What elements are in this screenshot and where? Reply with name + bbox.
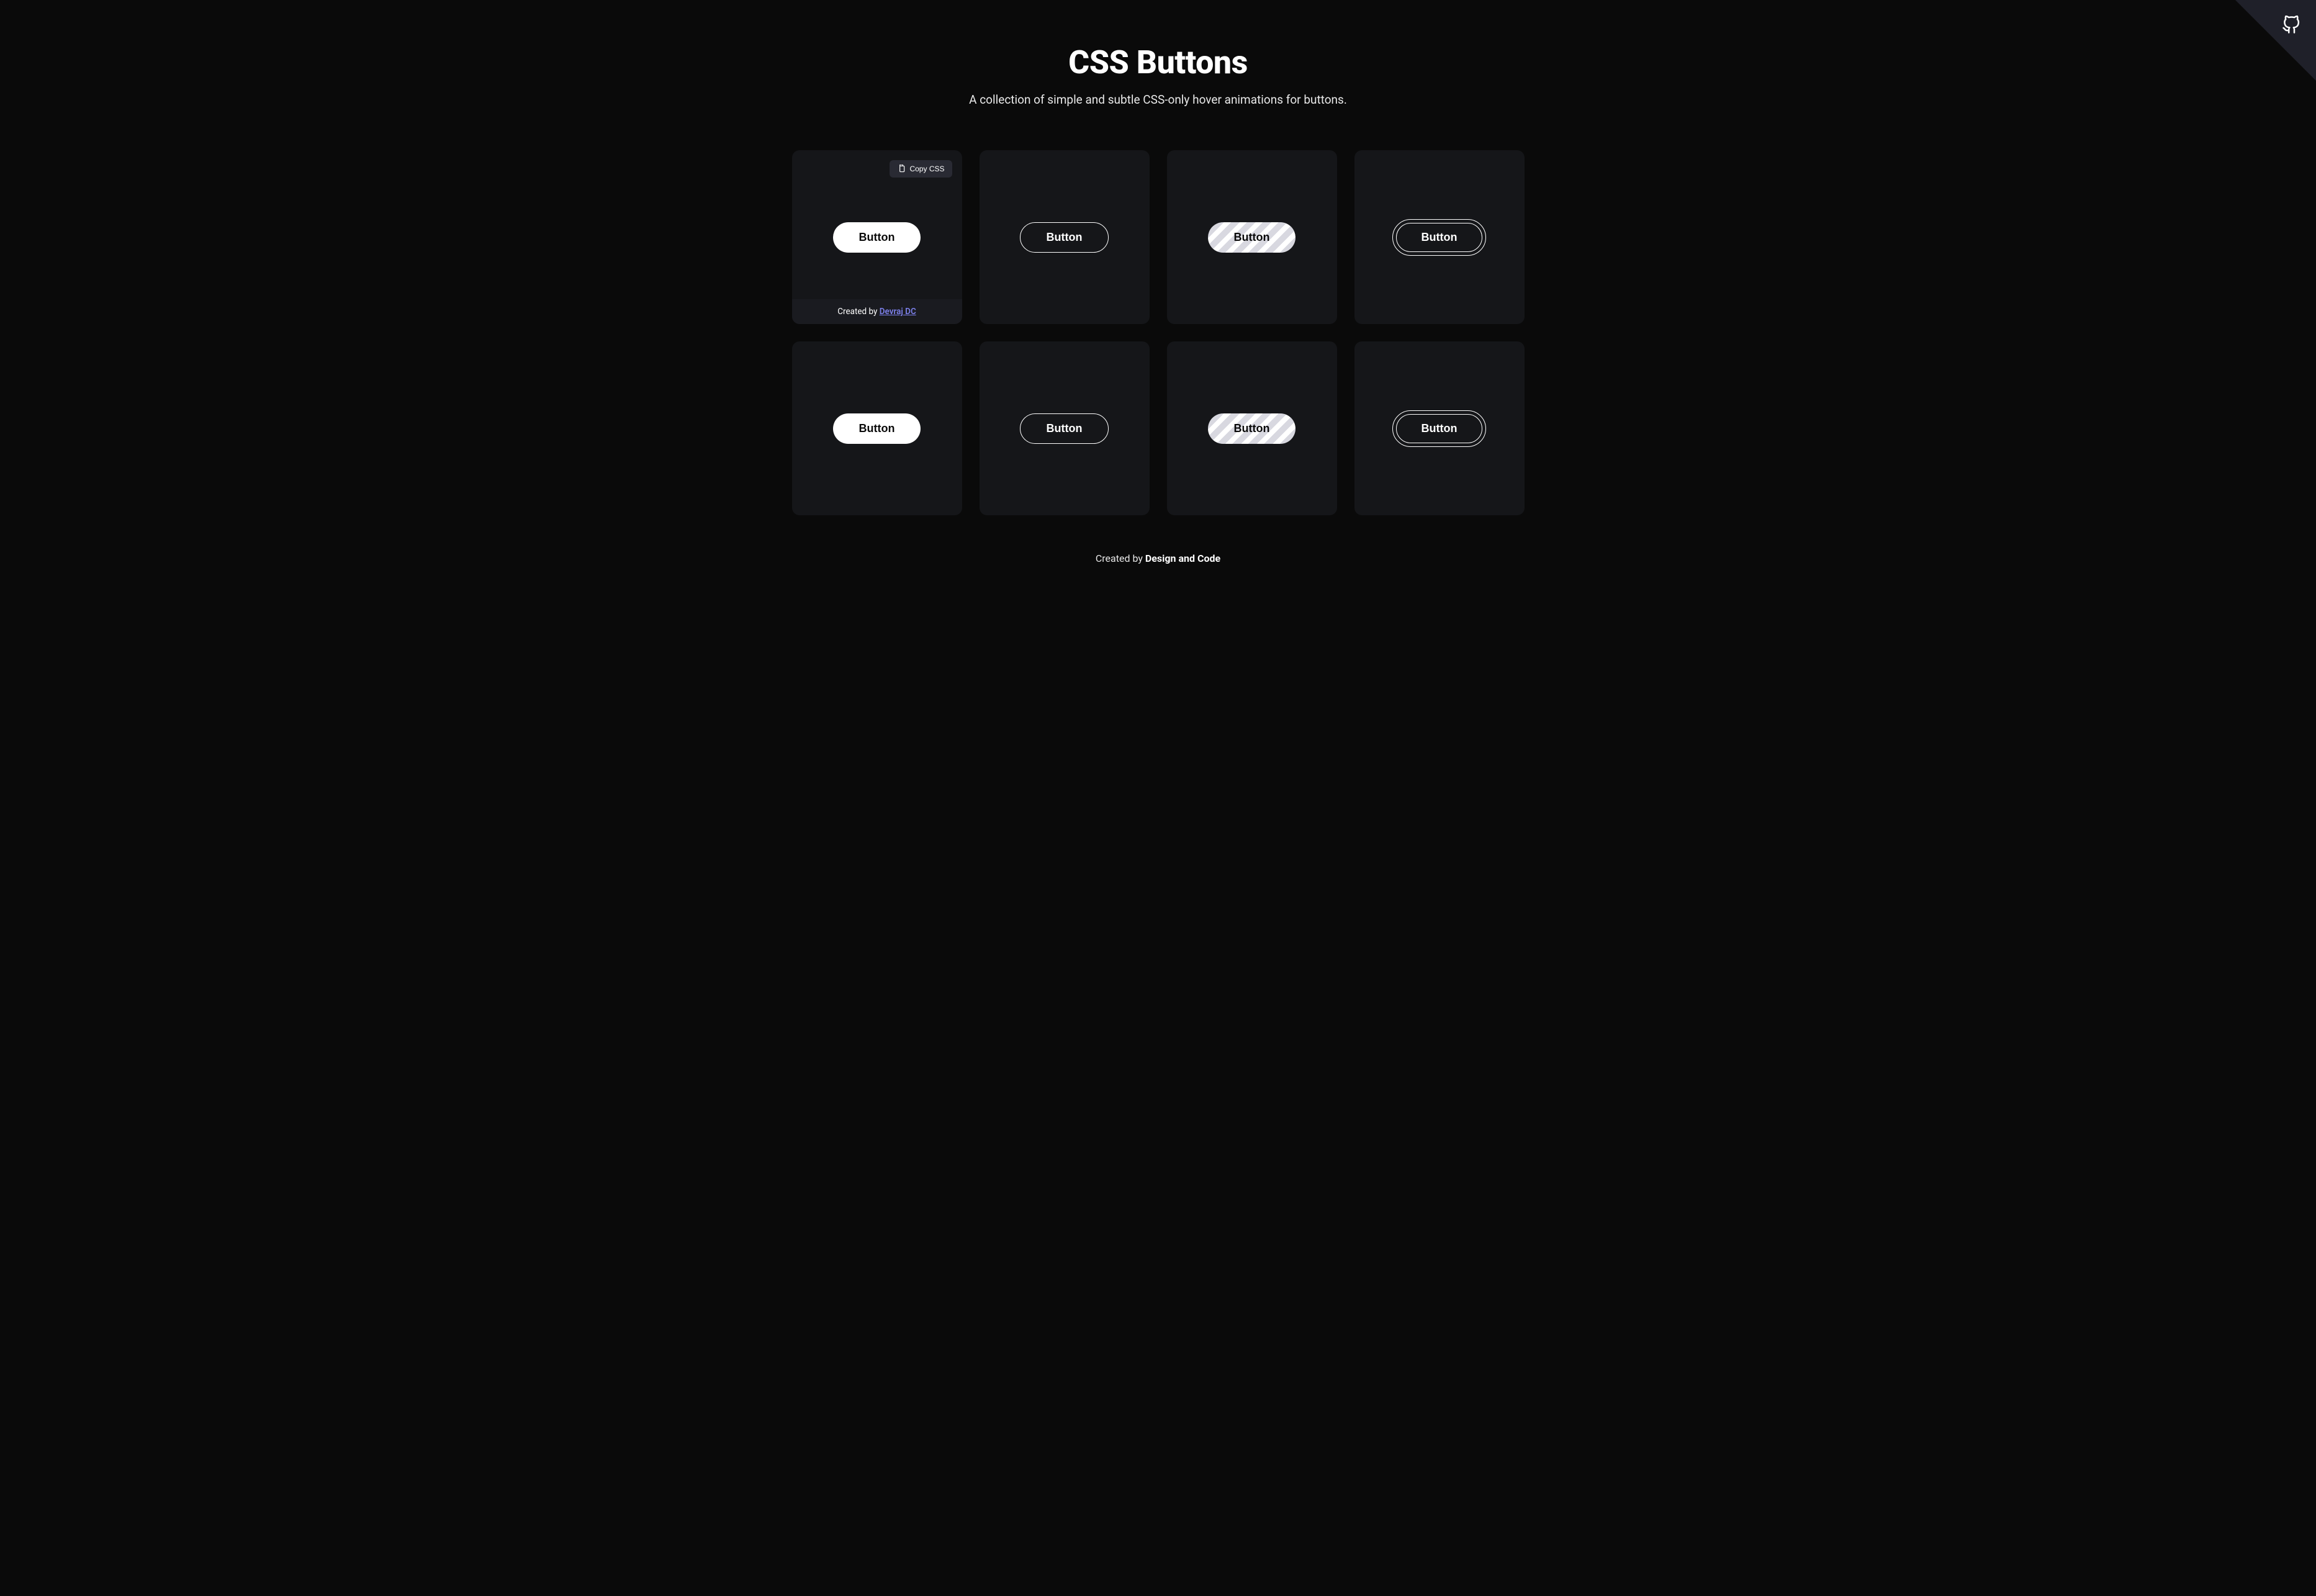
- footer-prefix: Created by: [1096, 552, 1145, 564]
- page-subtitle: A collection of simple and subtle CSS-on…: [792, 92, 1525, 107]
- card-footer: Created by Devraj DC: [792, 299, 962, 324]
- demo-button-striped[interactable]: Button: [1208, 222, 1296, 253]
- page-title: CSS Buttons: [792, 43, 1525, 81]
- button-card: Button: [1354, 341, 1525, 515]
- created-by-prefix: Created by: [837, 307, 880, 317]
- github-link[interactable]: [2282, 16, 2300, 37]
- button-card: Button: [980, 150, 1150, 324]
- demo-button-filled[interactable]: Button: [833, 413, 921, 444]
- demo-button-outlined[interactable]: Button: [1020, 222, 1109, 253]
- clipboard-icon: [897, 165, 906, 173]
- button-card: Button: [1167, 341, 1337, 515]
- footer-author: Design and Code: [1145, 552, 1220, 564]
- demo-button-label: Button: [1234, 231, 1270, 243]
- double-outline-wrap: Button: [1392, 410, 1487, 447]
- button-card: Button: [1167, 150, 1337, 324]
- demo-button-filled[interactable]: Button: [833, 222, 921, 253]
- github-icon: [2282, 16, 2300, 34]
- button-card: Button: [980, 341, 1150, 515]
- demo-button-outlined[interactable]: Button: [1020, 413, 1109, 444]
- button-card: Button: [792, 341, 962, 515]
- demo-button-striped[interactable]: Button: [1208, 413, 1296, 444]
- copy-css-button[interactable]: Copy CSS: [890, 160, 952, 178]
- demo-button-label: Button: [1234, 422, 1270, 435]
- button-card: Button: [1354, 150, 1525, 324]
- page-footer: Created by Design and Code: [792, 546, 1525, 583]
- github-corner-triangle: [2235, 0, 2316, 81]
- demo-button-double-outline[interactable]: Button: [1396, 223, 1483, 252]
- copy-css-label: Copy CSS: [909, 165, 944, 173]
- author-link[interactable]: Devraj DC: [880, 307, 916, 317]
- button-card: Copy CSS Button Created by Devraj DC: [792, 150, 962, 324]
- demo-button-double-outline[interactable]: Button: [1396, 414, 1483, 443]
- double-outline-wrap: Button: [1392, 219, 1487, 256]
- button-grid: Copy CSS Button Created by Devraj DC But…: [792, 150, 1525, 515]
- page-header: CSS Buttons A collection of simple and s…: [792, 43, 1525, 107]
